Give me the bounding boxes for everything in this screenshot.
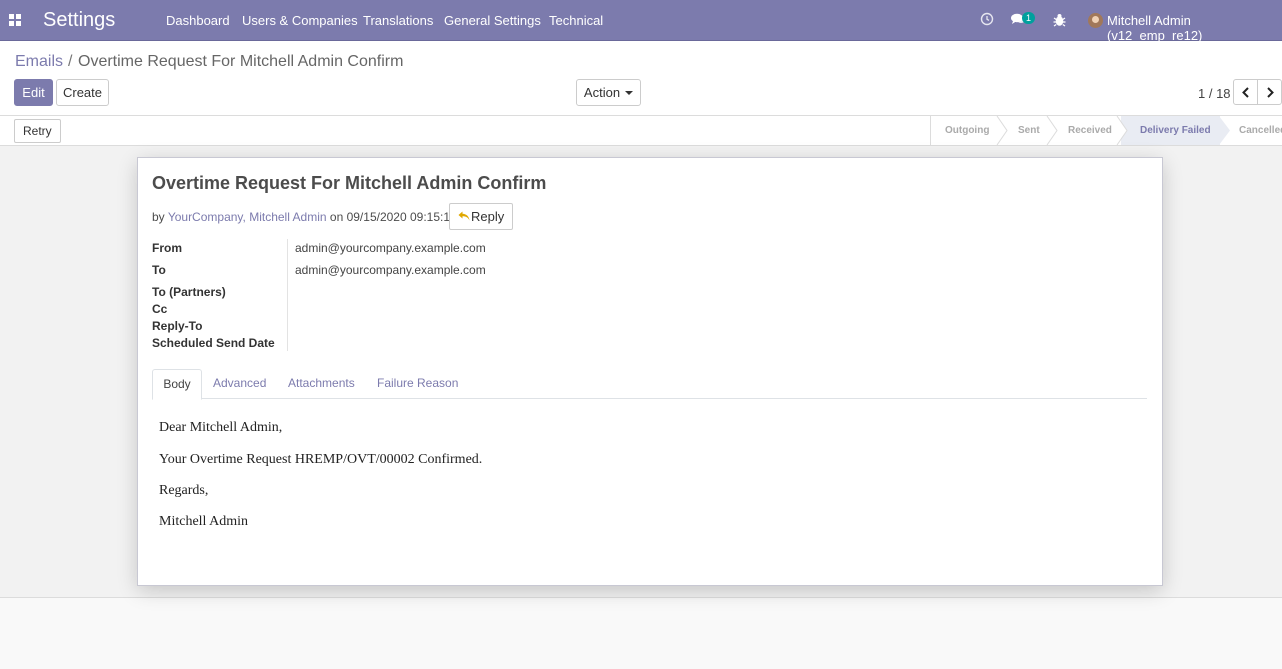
body-signature: Mitchell Admin: [159, 514, 249, 529]
caret-down-icon: [625, 90, 634, 95]
activity-clock-icon[interactable]: [980, 12, 994, 29]
messages-count-badge: 1: [1022, 12, 1036, 24]
byline-prefix: by: [152, 210, 165, 224]
control-panel: Emails / Overtime Request For Mitchell A…: [0, 41, 1282, 116]
user-avatar[interactable]: [1088, 13, 1103, 28]
email-subject: Overtime Request For Mitchell Admin Conf…: [152, 173, 547, 193]
chevron-right-icon: [1267, 87, 1274, 98]
user-menu[interactable]: Mitchell Admin (v12_emp_re12): [1107, 13, 1282, 43]
email-byline: by YourCompany, Mitchell Admin on 09/15/…: [152, 210, 457, 224]
tab-advanced[interactable]: Advanced: [213, 369, 266, 399]
to-value: admin@yourcompany.example.com: [295, 263, 486, 277]
field-separator: [287, 239, 288, 351]
reply-to-label: Reply-To: [152, 319, 203, 333]
chevron-left-icon: [1242, 87, 1249, 98]
tab-failure-reason[interactable]: Failure Reason: [377, 369, 458, 399]
to-partners-label: To (Partners): [152, 285, 226, 299]
menu-users-companies[interactable]: Users & Companies: [242, 13, 358, 28]
app-title: Settings: [43, 9, 116, 31]
action-dropdown[interactable]: Action: [576, 79, 641, 106]
tab-body[interactable]: Body: [152, 369, 202, 400]
pager-value[interactable]: 1 / 18: [1198, 86, 1231, 101]
stage-divider-icon: [1116, 116, 1128, 145]
stage-divider-icon: [996, 116, 1008, 145]
stage-sent[interactable]: Sent: [1018, 116, 1040, 145]
form-status-header: Retry Outgoing Sent Received Delivery Fa…: [0, 116, 1282, 146]
stage-received[interactable]: Received: [1068, 116, 1112, 145]
body-regards: Regards,: [159, 483, 209, 498]
tab-attachments[interactable]: Attachments: [288, 369, 355, 399]
scheduled-send-date-label: Scheduled Send Date: [152, 336, 275, 350]
pager-previous-button[interactable]: [1233, 79, 1258, 105]
stage-divider-icon: [1046, 116, 1058, 145]
reply-arrow-icon: [458, 211, 470, 221]
retry-button[interactable]: Retry: [14, 119, 61, 143]
email-date: on 09/15/2020 09:15:13: [329, 210, 457, 224]
reply-button[interactable]: Reply: [449, 203, 514, 230]
debug-bug-icon[interactable]: [1053, 13, 1066, 30]
menu-dashboard[interactable]: Dashboard: [166, 13, 230, 28]
action-label: Action: [583, 85, 621, 100]
email-form-sheet: Overtime Request For Mitchell Admin Conf…: [137, 157, 1163, 586]
cc-label: Cc: [152, 302, 168, 316]
stage-divider-icon: [1219, 116, 1230, 145]
menu-translations[interactable]: Translations: [363, 13, 433, 28]
from-value: admin@yourcompany.example.com: [295, 241, 486, 255]
body-message: Your Overtime Request HREMP/OVT/00002 Co…: [159, 452, 483, 467]
apps-menu-icon[interactable]: [9, 14, 21, 26]
body-greeting: Dear Mitchell Admin,: [159, 420, 283, 435]
menu-technical[interactable]: Technical: [549, 13, 603, 28]
status-bar: Outgoing Sent Received Delivery Failed C…: [930, 116, 1282, 145]
reply-label: Reply: [471, 209, 505, 224]
menu-general-settings[interactable]: General Settings: [444, 13, 541, 28]
stage-delivery-failed[interactable]: Delivery Failed: [1121, 116, 1220, 145]
email-author-link[interactable]: YourCompany, Mitchell Admin: [168, 210, 327, 224]
breadcrumb-emails-link[interactable]: Emails: [15, 53, 63, 71]
pager-next-button[interactable]: [1257, 79, 1282, 105]
breadcrumb-current: Overtime Request For Mitchell Admin Conf…: [78, 53, 404, 70]
notebook-tabs: Body Advanced Attachments Failure Reason: [152, 369, 1147, 400]
stage-outgoing[interactable]: Outgoing: [945, 116, 989, 145]
edit-button[interactable]: Edit: [14, 79, 53, 106]
from-label: From: [152, 241, 182, 255]
stage-cancelled[interactable]: Cancelled: [1239, 116, 1282, 145]
top-navbar: Settings Dashboard Users & Companies Tra…: [0, 0, 1282, 43]
to-label: To: [152, 263, 166, 277]
create-button[interactable]: Create: [56, 79, 109, 106]
breadcrumb-separator: /: [68, 53, 73, 70]
